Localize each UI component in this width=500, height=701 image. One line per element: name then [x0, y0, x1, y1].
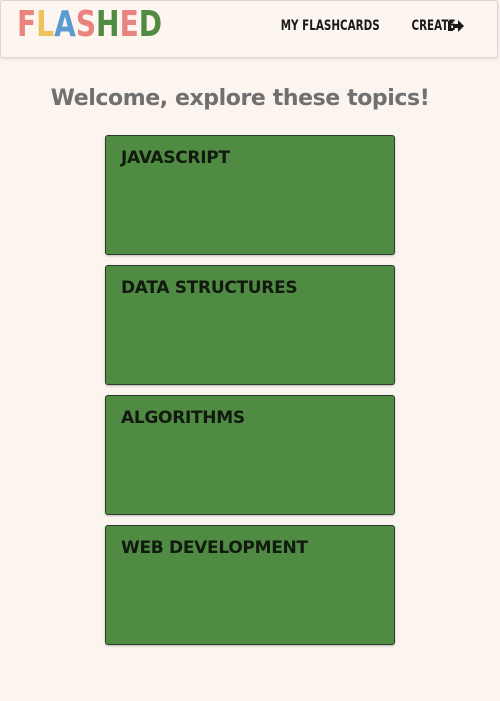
topic-title: ALGORITHMS — [121, 408, 245, 428]
topic-list: JAVASCRIPT DATA STRUCTURES ALGORITHMS WE… — [105, 135, 395, 655]
flashed-logo[interactable]: FLASHED — [17, 5, 162, 45]
logo-letter: H — [96, 4, 120, 45]
topic-card-algorithms[interactable]: ALGORITHMS — [105, 395, 395, 515]
topic-card-web-development[interactable]: WEB DEVELOPMENT — [105, 525, 395, 645]
logo-letter: F — [17, 4, 37, 45]
logo-letter: E — [119, 4, 139, 45]
topic-card-javascript[interactable]: JAVASCRIPT — [105, 135, 395, 255]
topic-title: DATA STRUCTURES — [121, 278, 298, 298]
topic-card-data-structures[interactable]: DATA STRUCTURES — [105, 265, 395, 385]
nav-links: MY FLASHCARDS CREATE — [246, 17, 465, 35]
topic-title: JAVASCRIPT — [121, 148, 230, 168]
my-flashcards-link[interactable]: MY FLASHCARDS — [281, 18, 380, 34]
create-link[interactable]: CREATE — [411, 18, 455, 34]
logo-letter: S — [75, 4, 97, 45]
topic-title: WEB DEVELOPMENT — [121, 538, 308, 558]
navbar: FLASHED MY FLASHCARDS CREATE — [0, 0, 498, 58]
logo-letter: L — [36, 4, 55, 45]
logo-letter: A — [54, 4, 76, 45]
page-title: Welcome, explore these topics! — [50, 86, 430, 111]
logo-letter: D — [138, 4, 163, 45]
